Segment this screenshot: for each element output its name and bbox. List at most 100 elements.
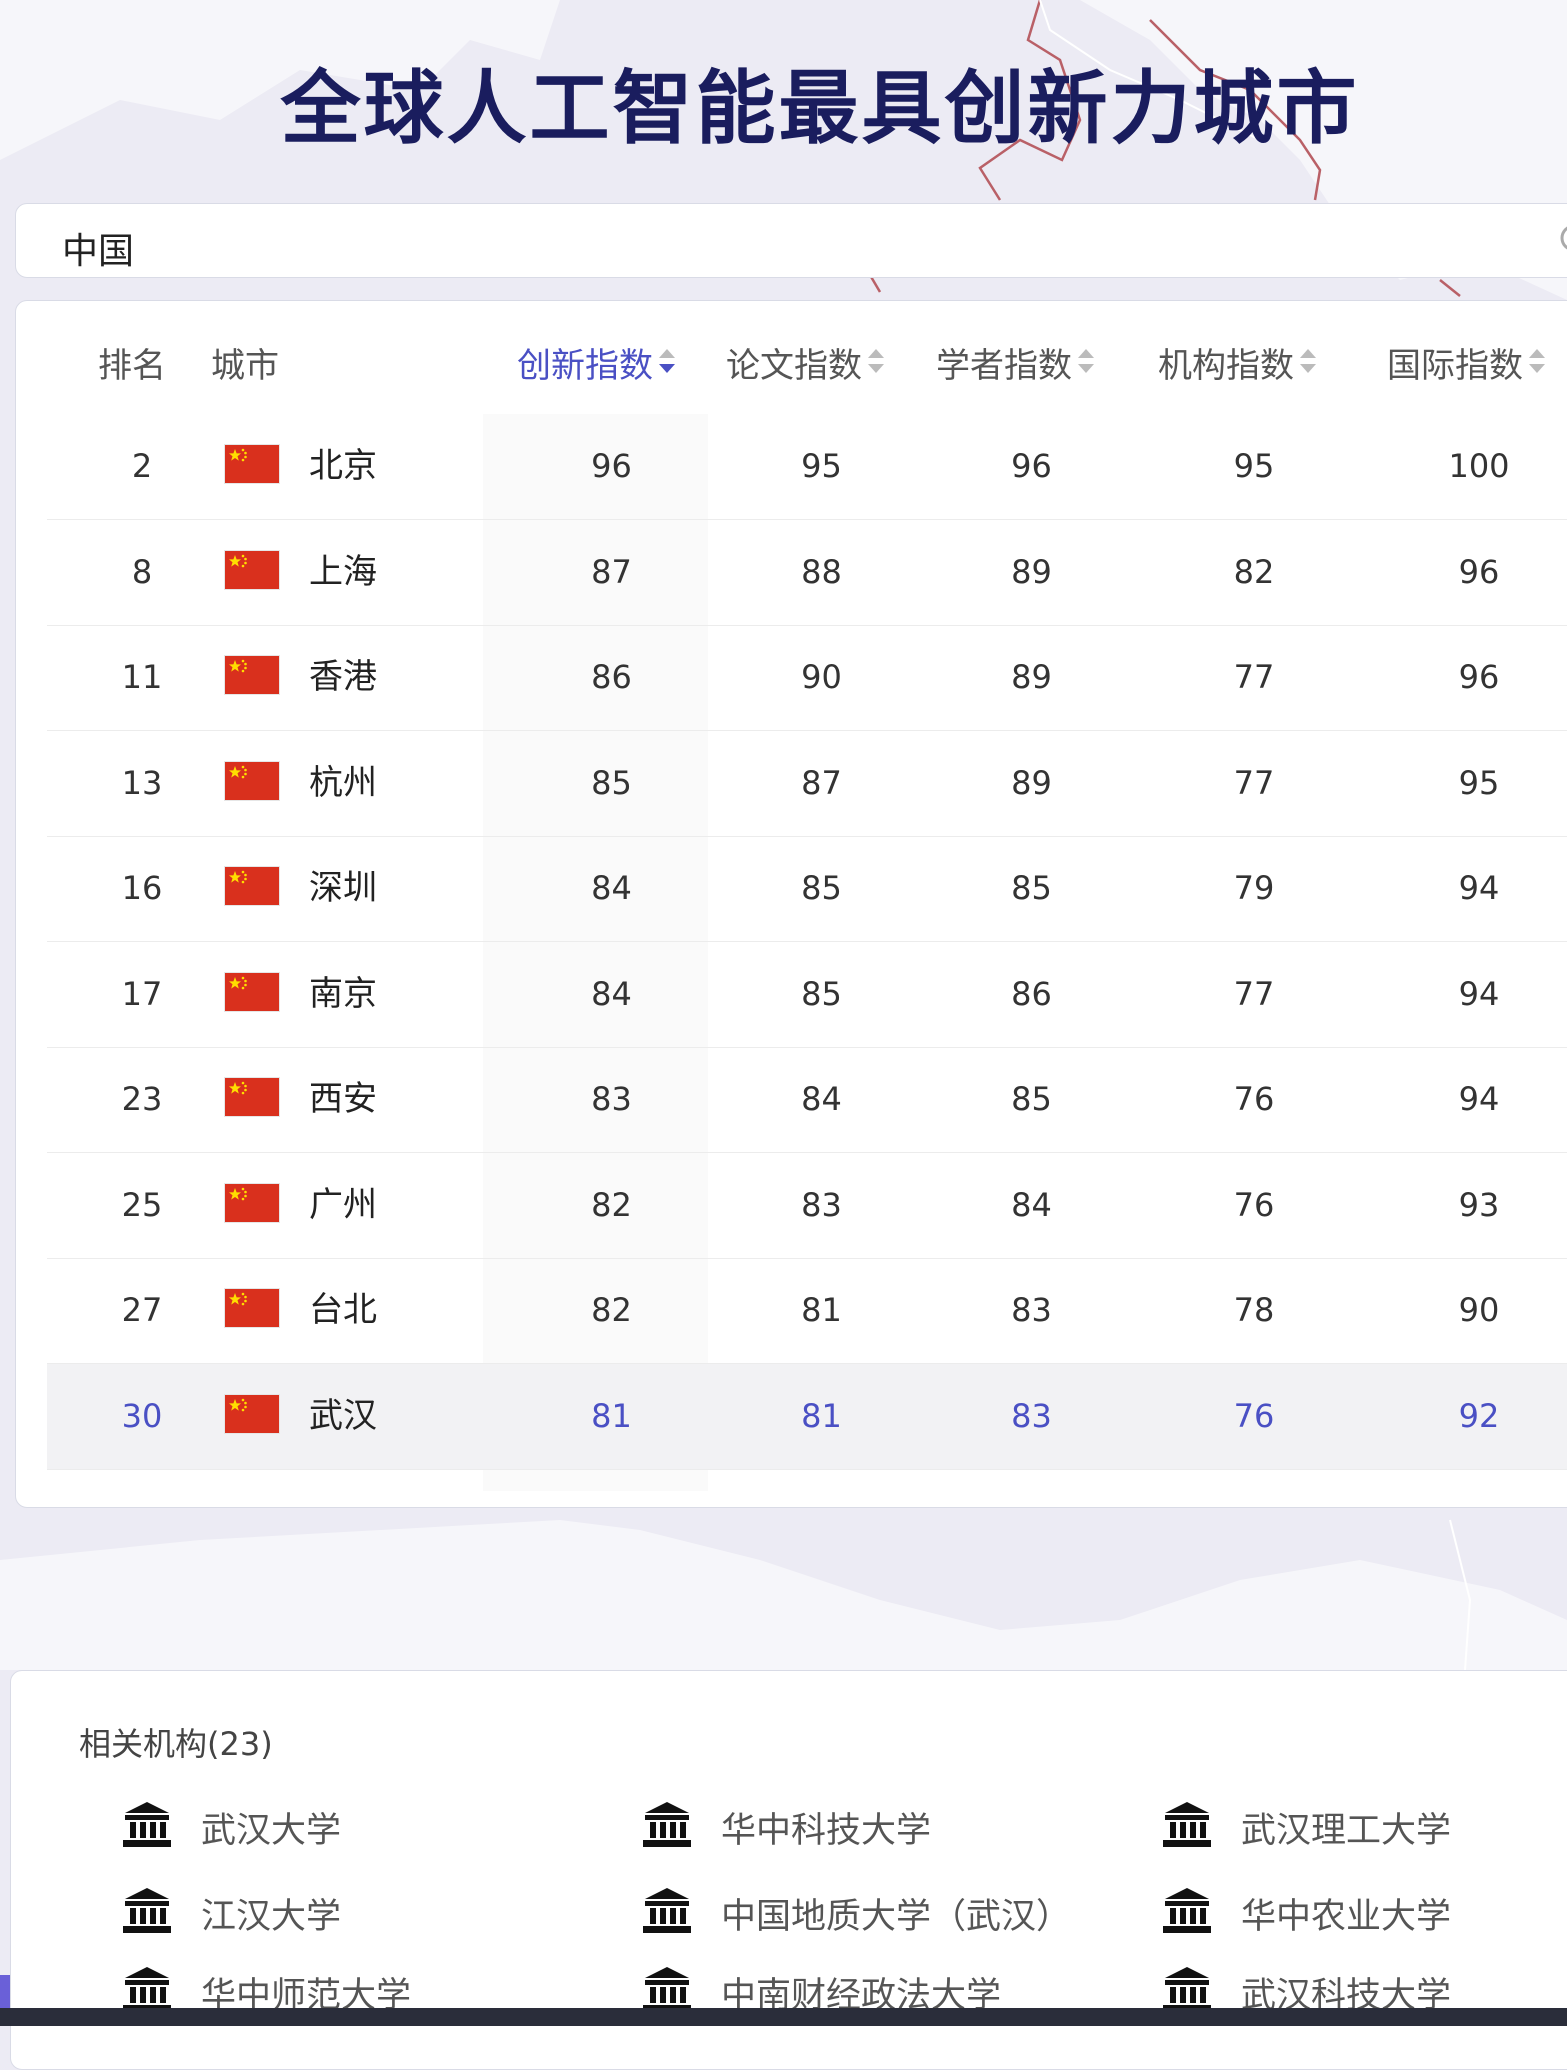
- institution-index-cell: 76: [1233, 1185, 1275, 1224]
- city-name[interactable]: 广州: [309, 1153, 377, 1258]
- paper-index-cell: 85: [801, 974, 842, 1013]
- paper-index-cell: 81: [801, 1396, 842, 1435]
- column-header-scholar[interactable]: 学者指数: [936, 341, 1096, 391]
- innovation-index-cell: 83: [591, 1080, 632, 1118]
- rank-cell: 8: [131, 552, 153, 591]
- institution-index-cell: 76: [1233, 1396, 1275, 1435]
- international-index-cell: 96: [1458, 552, 1500, 591]
- search-icon[interactable]: [1558, 222, 1567, 262]
- institution-index-cell: 77: [1233, 974, 1275, 1013]
- table-row[interactable]: 8 上海 87 88 89 82 96: [47, 520, 1567, 626]
- international-index-cell: 95: [1458, 763, 1500, 802]
- scholar-index-cell: 83: [1011, 1291, 1052, 1329]
- table-row[interactable]: 25 广州 82 83 84 76 93: [47, 1153, 1567, 1259]
- table-row[interactable]: 23 西安 83 84 85 76 94: [47, 1047, 1567, 1153]
- institution-label[interactable]: 华中农业大学: [1241, 1888, 1451, 1939]
- paper-index-cell: 90: [801, 658, 842, 696]
- international-index-cell: 94: [1458, 1080, 1500, 1118]
- innovation-index-cell: 96: [591, 447, 632, 485]
- international-index-cell: 94: [1458, 974, 1500, 1013]
- china-flag-icon: [225, 867, 279, 905]
- scholar-index-cell: 85: [1011, 1080, 1052, 1118]
- column-header-label: 国际指数: [1387, 346, 1523, 386]
- rank-cell: 27: [121, 1291, 163, 1329]
- column-header-city: 城市: [211, 341, 279, 391]
- innovation-index-cell: 82: [591, 1291, 632, 1329]
- institution-index-cell: 78: [1233, 1291, 1275, 1329]
- column-header-label: 论文指数: [726, 346, 862, 386]
- search-bar[interactable]: 中国: [15, 203, 1567, 278]
- china-flag-icon: [225, 656, 279, 694]
- column-header-paper[interactable]: 论文指数: [726, 341, 886, 391]
- institution-index-cell: 76: [1233, 1080, 1275, 1118]
- city-name[interactable]: 南京: [309, 942, 377, 1047]
- column-header-international[interactable]: 国际指数: [1387, 341, 1547, 391]
- column-header-innovation[interactable]: 创新指数: [517, 341, 677, 391]
- rank-cell: 16: [121, 869, 163, 907]
- institution-icon: [121, 1886, 173, 1940]
- sort-icon[interactable]: [1527, 341, 1547, 391]
- sort-icon[interactable]: [1298, 341, 1318, 391]
- institution-index-cell: 82: [1233, 552, 1275, 591]
- china-flag-icon: [225, 1078, 279, 1116]
- sort-icon[interactable]: [1076, 341, 1096, 391]
- ranking-table: 排名 城市 创新指数 论文指数 学者指数 机构指数 国际指数 2 北京 96 95 96…: [15, 300, 1567, 1508]
- city-name[interactable]: 武汉: [309, 1364, 377, 1469]
- paper-index-cell: 95: [801, 447, 842, 485]
- city-name[interactable]: 北京: [309, 414, 377, 519]
- institution-icon: [641, 1886, 693, 1940]
- city-name[interactable]: 台北: [309, 1258, 377, 1363]
- scholar-index-cell: 89: [1011, 552, 1052, 591]
- innovation-index-cell: 84: [591, 974, 632, 1013]
- side-tab[interactable]: [0, 1975, 10, 2008]
- table-row[interactable]: 2 北京 96 95 96 95 100: [47, 414, 1567, 520]
- china-flag-icon: [225, 550, 279, 589]
- table-row[interactable]: 27 台北 82 81 83 78 90: [47, 1258, 1567, 1364]
- taskbar: [0, 2008, 1567, 2026]
- sort-desc-icon[interactable]: [657, 341, 677, 391]
- column-header-label: 创新指数: [517, 346, 653, 386]
- innovation-index-cell: 82: [591, 1185, 632, 1224]
- rank-cell: 30: [121, 1396, 163, 1435]
- institution-label[interactable]: 武汉理工大学: [1241, 1802, 1451, 1853]
- institution-label[interactable]: 江汉大学: [201, 1888, 341, 1939]
- innovation-index-cell: 87: [591, 552, 632, 591]
- international-index-cell: 94: [1458, 869, 1500, 907]
- paper-index-cell: 84: [801, 1080, 842, 1118]
- paper-index-cell: 88: [801, 552, 842, 591]
- scholar-index-cell: 89: [1011, 763, 1052, 802]
- city-name[interactable]: 香港: [309, 625, 377, 730]
- column-header-rank: 排名: [98, 341, 166, 391]
- table-row[interactable]: 11 香港 86 90 89 77 96: [47, 625, 1567, 731]
- city-name[interactable]: 西安: [309, 1047, 377, 1152]
- institution-label[interactable]: 中国地质大学（武汉）: [721, 1888, 1071, 1939]
- city-name[interactable]: 深圳: [309, 836, 377, 941]
- scholar-index-cell: 86: [1011, 974, 1052, 1013]
- china-flag-icon: [225, 1289, 279, 1327]
- sort-icon[interactable]: [866, 341, 886, 391]
- rank-cell: 2: [131, 447, 153, 485]
- column-header-label: 排名: [98, 346, 166, 386]
- scholar-index-cell: 83: [1011, 1396, 1052, 1435]
- rank-cell: 13: [121, 763, 163, 802]
- international-index-cell: 100: [1448, 447, 1510, 485]
- column-header-institution[interactable]: 机构指数: [1158, 341, 1318, 391]
- table-row[interactable]: 13 杭州 85 87 89 77 95: [47, 731, 1567, 837]
- scholar-index-cell: 89: [1011, 658, 1052, 696]
- rank-cell: 17: [121, 974, 163, 1013]
- innovation-index-cell: 85: [591, 763, 632, 802]
- search-input[interactable]: 中国: [62, 222, 134, 274]
- paper-index-cell: 83: [801, 1185, 842, 1224]
- institution-label[interactable]: 华中科技大学: [721, 1802, 931, 1853]
- institution-label[interactable]: 武汉大学: [201, 1802, 341, 1853]
- rank-cell: 25: [121, 1185, 163, 1224]
- city-name[interactable]: 上海: [309, 520, 377, 625]
- table-row[interactable]: 17 南京 84 85 86 77 94: [47, 942, 1567, 1048]
- paper-index-cell: 87: [801, 763, 842, 802]
- scholar-index-cell: 96: [1011, 447, 1052, 485]
- institution-index-cell: 77: [1233, 658, 1275, 696]
- city-name[interactable]: 杭州: [309, 731, 377, 836]
- table-row[interactable]: 30 武汉 81 81 83 76 92: [47, 1363, 1567, 1470]
- table-row[interactable]: 16 深圳 84 85 85 79 94: [47, 836, 1567, 942]
- china-flag-icon: [225, 1394, 279, 1433]
